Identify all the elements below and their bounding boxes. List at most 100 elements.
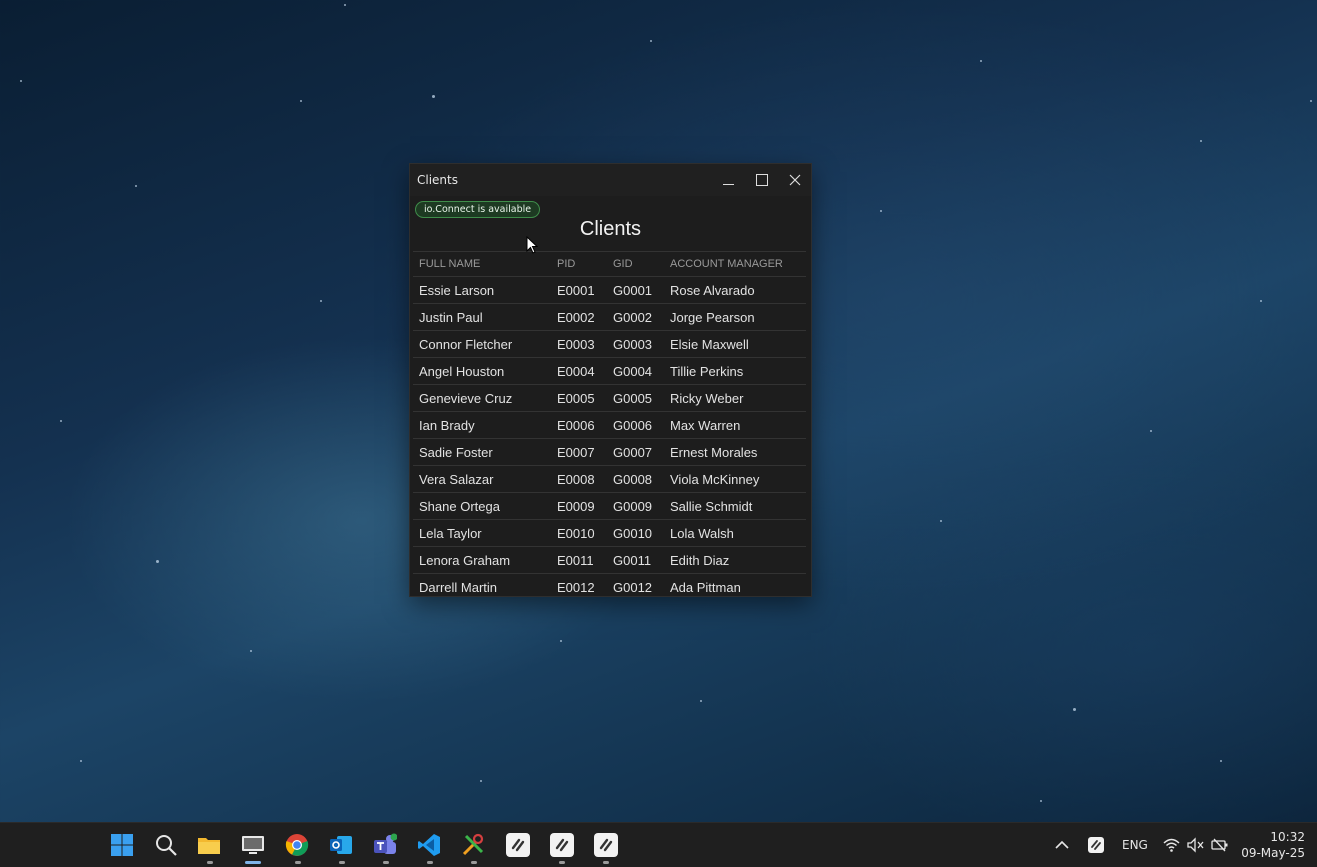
cell-gid: G0010 <box>607 519 664 547</box>
cell-account-manager: Elsie Maxwell <box>664 330 806 358</box>
close-icon <box>789 174 800 186</box>
cell-full-name: Vera Salazar <box>413 465 551 493</box>
cell-account-manager: Edith Diaz <box>664 546 806 574</box>
cell-gid: G0008 <box>607 465 664 493</box>
io-connect-tray-icon[interactable] <box>1088 837 1104 853</box>
wifi-icon[interactable] <box>1163 837 1180 853</box>
windows-start-icon[interactable] <box>110 833 134 857</box>
cell-pid: E0008 <box>551 465 607 493</box>
vscode-icon[interactable] <box>417 833 441 857</box>
column-header-full-name[interactable]: FULL NAME <box>413 251 551 277</box>
cell-pid: E0001 <box>551 276 607 304</box>
cell-gid: G0011 <box>607 546 664 574</box>
io-connect-running-indicator <box>603 861 609 864</box>
cell-gid: G0007 <box>607 438 664 466</box>
cell-gid: G0005 <box>607 384 664 412</box>
cell-pid: E0003 <box>551 330 607 358</box>
cell-account-manager: Lola Walsh <box>664 519 806 547</box>
clock-time: 10:32 <box>1270 830 1305 844</box>
column-header-pid[interactable]: PID <box>551 251 607 277</box>
table-row[interactable]: Connor Fletcher E0003 G0003 Elsie Maxwell <box>413 330 806 358</box>
cell-pid: E0005 <box>551 384 607 412</box>
battery-network-icon[interactable] <box>1211 837 1229 853</box>
cell-pid: E0007 <box>551 438 607 466</box>
cell-gid: G0009 <box>607 492 664 520</box>
file-explorer-icon[interactable] <box>197 833 221 857</box>
cell-account-manager: Viola McKinney <box>664 465 806 493</box>
cell-account-manager: Ada Pittman <box>664 573 806 596</box>
io-connect-icon[interactable] <box>594 833 618 857</box>
cell-account-manager: Jorge Pearson <box>664 303 806 331</box>
clients-window: Clients io.Connect is available Clients … <box>410 164 811 596</box>
teams-icon[interactable] <box>373 833 397 857</box>
table-row[interactable]: Essie Larson E0001 G0001 Rose Alvarado <box>413 276 806 304</box>
search-icon[interactable] <box>154 833 178 857</box>
table-row[interactable]: Shane Ortega E0009 G0009 Sallie Schmidt <box>413 492 806 520</box>
cell-full-name: Angel Houston <box>413 357 551 385</box>
cell-account-manager: Tillie Perkins <box>664 357 806 385</box>
maximize-button[interactable] <box>745 164 778 196</box>
cell-account-manager: Max Warren <box>664 411 806 439</box>
mouse-cursor-icon <box>526 236 538 254</box>
system-clock[interactable]: 10:32 09-May-25 <box>1241 829 1305 861</box>
language-indicator[interactable]: ENG <box>1122 838 1148 852</box>
cell-full-name: Justin Paul <box>413 303 551 331</box>
connection-status-badge: io.Connect is available <box>415 201 541 218</box>
file-explorer-running-indicator <box>207 861 213 864</box>
cell-account-manager: Ernest Morales <box>664 438 806 466</box>
maximize-icon <box>755 174 768 186</box>
window-titlebar[interactable]: Clients <box>410 164 811 196</box>
table-row[interactable]: Angel Houston E0004 G0004 Tillie Perkins <box>413 357 806 385</box>
window-content: io.Connect is available Clients FULL NAM… <box>410 196 811 596</box>
table-row[interactable]: Lenora Graham E0011 G0011 Edith Diaz <box>413 546 806 574</box>
cell-full-name: Lenora Graham <box>413 546 551 574</box>
window-title: Clients <box>417 173 458 187</box>
outlook-running-indicator <box>339 861 345 864</box>
table-row[interactable]: Darrell Martin E0012 G0012 Ada Pittman <box>413 573 806 596</box>
cell-full-name: Essie Larson <box>413 276 551 304</box>
cell-account-manager: Ricky Weber <box>664 384 806 412</box>
outlook-icon[interactable] <box>329 833 353 857</box>
cell-gid: G0003 <box>607 330 664 358</box>
cell-full-name: Shane Ortega <box>413 492 551 520</box>
column-header-gid[interactable]: GID <box>607 251 664 277</box>
table-row[interactable]: Ian Brady E0006 G0006 Max Warren <box>413 411 806 439</box>
chevron-up-icon[interactable] <box>1054 837 1070 853</box>
remote-desktop-icon[interactable] <box>241 833 265 857</box>
column-header-account-manager[interactable]: ACCOUNT MANAGER <box>664 251 806 277</box>
page-title: Clients <box>579 218 642 240</box>
cell-full-name: Lela Taylor <box>413 519 551 547</box>
cell-account-manager: Rose Alvarado <box>664 276 806 304</box>
cell-gid: G0001 <box>607 276 664 304</box>
cell-full-name: Sadie Foster <box>413 438 551 466</box>
io-connect-icon[interactable] <box>550 833 574 857</box>
volume-muted-icon[interactable] <box>1187 837 1204 853</box>
clock-date: 09-May-25 <box>1241 846 1305 860</box>
table-row[interactable]: Genevieve Cruz E0005 G0005 Ricky Weber <box>413 384 806 412</box>
tools-running-indicator <box>471 861 477 864</box>
minimize-icon <box>723 183 734 185</box>
cell-pid: E0010 <box>551 519 607 547</box>
io-connect-icon[interactable] <box>506 833 530 857</box>
chrome-icon[interactable] <box>285 833 309 857</box>
table-row[interactable]: Lela Taylor E0010 G0010 Lola Walsh <box>413 519 806 547</box>
vscode-running-indicator <box>427 861 433 864</box>
cell-full-name: Genevieve Cruz <box>413 384 551 412</box>
cell-full-name: Connor Fletcher <box>413 330 551 358</box>
cell-pid: E0012 <box>551 573 607 596</box>
table-row[interactable]: Justin Paul E0002 G0002 Jorge Pearson <box>413 303 806 331</box>
close-button[interactable] <box>778 164 811 196</box>
table-row[interactable]: Vera Salazar E0008 G0008 Viola McKinney <box>413 465 806 493</box>
cell-full-name: Ian Brady <box>413 411 551 439</box>
chrome-running-indicator <box>295 861 301 864</box>
taskbar: ENG 10:32 09-May-25 <box>0 822 1317 867</box>
tools-icon[interactable] <box>461 833 485 857</box>
cell-pid: E0006 <box>551 411 607 439</box>
minimize-button[interactable] <box>712 164 745 196</box>
remote-desktop-active-indicator <box>245 861 261 864</box>
cell-gid: G0012 <box>607 573 664 596</box>
table-header-row: FULL NAME PID GID ACCOUNT MANAGER <box>413 251 806 277</box>
clients-table: FULL NAME PID GID ACCOUNT MANAGER Essie … <box>413 251 806 596</box>
cell-full-name: Darrell Martin <box>413 573 551 596</box>
table-row[interactable]: Sadie Foster E0007 G0007 Ernest Morales <box>413 438 806 466</box>
